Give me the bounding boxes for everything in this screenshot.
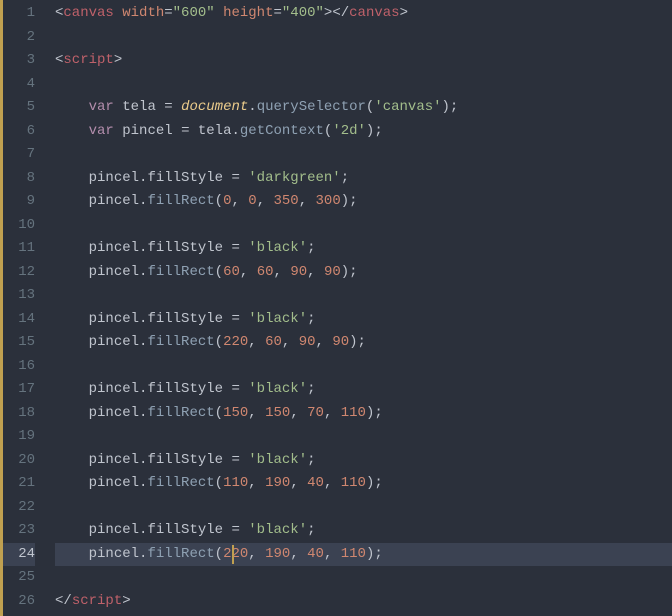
code-line[interactable] [55, 214, 672, 238]
line-number: 9 [3, 190, 35, 214]
line-number: 6 [3, 120, 35, 144]
line-number: 10 [3, 214, 35, 238]
line-number: 23 [3, 519, 35, 543]
line-number: 7 [3, 143, 35, 167]
code-line[interactable]: pincel.fillStyle = 'black'; [55, 519, 672, 543]
line-number: 12 [3, 261, 35, 285]
code-line[interactable]: var pincel = tela.getContext('2d'); [55, 120, 672, 144]
code-line[interactable] [55, 26, 672, 50]
line-number: 15 [3, 331, 35, 355]
line-number: 26 [3, 590, 35, 614]
code-line[interactable] [55, 496, 672, 520]
code-line[interactable]: pincel.fillRect(220, 60, 90, 90); [55, 331, 672, 355]
code-line[interactable]: <script> [55, 49, 672, 73]
code-line[interactable]: pincel.fillRect(220, 190, 40, 110); [55, 543, 672, 567]
code-line[interactable] [55, 143, 672, 167]
line-number: 19 [3, 425, 35, 449]
line-number: 18 [3, 402, 35, 426]
line-number: 8 [3, 167, 35, 191]
code-line[interactable]: <canvas width="600" height="400"></canva… [55, 2, 672, 26]
code-line[interactable] [55, 566, 672, 590]
line-number: 25 [3, 566, 35, 590]
code-line[interactable]: pincel.fillStyle = 'black'; [55, 449, 672, 473]
line-number: 13 [3, 284, 35, 308]
line-number: 3 [3, 49, 35, 73]
code-line[interactable] [55, 73, 672, 97]
code-line[interactable]: pincel.fillRect(150, 150, 70, 110); [55, 402, 672, 426]
line-number: 17 [3, 378, 35, 402]
line-number: 24 [3, 543, 35, 567]
code-line[interactable]: pincel.fillStyle = 'darkgreen'; [55, 167, 672, 191]
line-number: 2 [3, 26, 35, 50]
line-number: 11 [3, 237, 35, 261]
line-number: 22 [3, 496, 35, 520]
code-line[interactable]: pincel.fillRect(60, 60, 90, 90); [55, 261, 672, 285]
line-number-gutter: 1234567891011121314151617181920212223242… [3, 0, 47, 616]
code-editor[interactable]: 1234567891011121314151617181920212223242… [0, 0, 672, 616]
code-line[interactable]: pincel.fillRect(0, 0, 350, 300); [55, 190, 672, 214]
code-line[interactable] [55, 355, 672, 379]
code-area[interactable]: <canvas width="600" height="400"></canva… [47, 0, 672, 616]
code-line[interactable]: pincel.fillStyle = 'black'; [55, 308, 672, 332]
line-number: 16 [3, 355, 35, 379]
line-number: 14 [3, 308, 35, 332]
code-line[interactable]: var tela = document.querySelector('canva… [55, 96, 672, 120]
code-line[interactable] [55, 284, 672, 308]
line-number: 4 [3, 73, 35, 97]
line-number: 5 [3, 96, 35, 120]
line-number: 1 [3, 2, 35, 26]
text-cursor [232, 545, 234, 564]
code-line[interactable]: pincel.fillStyle = 'black'; [55, 237, 672, 261]
code-line[interactable]: pincel.fillRect(110, 190, 40, 110); [55, 472, 672, 496]
code-line[interactable]: pincel.fillStyle = 'black'; [55, 378, 672, 402]
line-number: 21 [3, 472, 35, 496]
code-line[interactable] [55, 425, 672, 449]
code-line[interactable]: </script> [55, 590, 672, 614]
line-number: 20 [3, 449, 35, 473]
